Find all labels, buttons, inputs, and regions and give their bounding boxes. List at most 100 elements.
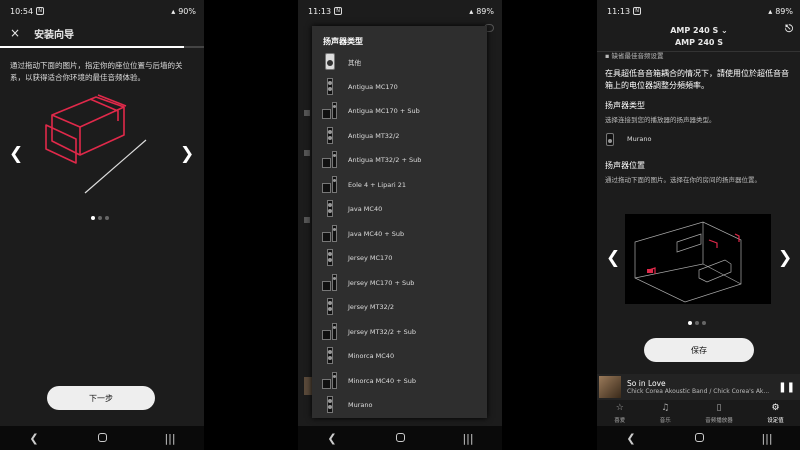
tab-label: 音频播放器 (705, 418, 733, 424)
track-artist: Chick Corea Akoustic Band / Chick Corea'… (627, 388, 770, 395)
speaker-option-label: Minorca MC40 + Sub (348, 376, 417, 385)
speaker-option[interactable]: 其他 (312, 50, 487, 75)
android-nav-bar: ❮ ||| (0, 426, 204, 450)
tower-sub-speaker-icon (322, 102, 338, 120)
speaker-option[interactable]: Antigua MC170 + Sub (312, 99, 487, 124)
back-nav-icon[interactable]: ❮ (317, 432, 347, 445)
tab-label: 设定值 (767, 418, 784, 424)
other-speaker-icon (322, 53, 338, 71)
page-dot (702, 321, 706, 325)
speaker-option-label: Jersey MC170 (348, 254, 393, 263)
home-nav-icon[interactable] (87, 432, 117, 445)
pause-icon[interactable]: ❚❚ (772, 382, 800, 393)
recents-nav-icon[interactable]: ||| (453, 432, 483, 445)
device-selector[interactable]: AMP 240 S ⌄ (670, 26, 728, 35)
next-arrow-icon[interactable]: ❯ (778, 248, 792, 268)
room-position-illustration[interactable] (625, 214, 771, 304)
bookshelf-speaker-icon (322, 347, 338, 365)
speaker-option-label: Java MC40 (348, 205, 383, 214)
speaker-option[interactable]: Murano (312, 393, 487, 418)
murano-speaker-icon (322, 396, 338, 414)
speaker-option-label: Antigua MC170 + Sub (348, 107, 420, 116)
back-nav-icon[interactable]: ❮ (616, 432, 646, 445)
bookshelf-sub-speaker-icon (322, 371, 338, 390)
speaker-option-label: Antigua MT32/2 + Sub (348, 156, 422, 165)
murano-speaker-icon (605, 132, 615, 146)
speaker-option[interactable]: Jersey MT32/2 (312, 295, 487, 320)
page-dot (105, 216, 109, 220)
speaker-option-label: 其他 (348, 59, 361, 68)
save-button[interactable]: 保存 (644, 338, 754, 362)
track-title: So in Love (627, 379, 666, 388)
logout-icon[interactable]: ⎋ (785, 24, 793, 35)
device-header: AMP 240 S ⌄ ⎋ (597, 22, 800, 38)
signal-icon: ▴ (171, 6, 176, 16)
status-bar: 11:13 N ▴ 89% (597, 0, 800, 22)
speaker-option[interactable]: Minorca MC40 (312, 344, 487, 369)
speaker-type-screen: 11:13 N ▴ 89% 扬声器类型 其他 Antigua MC170 Antig… (298, 0, 502, 450)
tab-item[interactable]: ⚙ 设定值 (767, 400, 784, 426)
speaker-position-title: 扬声器位置 (605, 161, 645, 170)
mini-player[interactable]: So in Love Chick Corea Akoustic Band / C… (597, 374, 800, 400)
speaker-option[interactable]: Minorca MC40 + Sub (312, 369, 487, 394)
speaker-option[interactable]: Eole 4 + Lipari 21 (312, 173, 487, 198)
close-icon[interactable]: × (10, 26, 20, 40)
speaker-type-dialog: 扬声器类型 其他 Antigua MC170 Antigua MC170 + Sub… (312, 26, 487, 418)
tower-speaker-icon (322, 77, 338, 96)
speaker-option[interactable]: Antigua MT32/2 + Sub (312, 148, 487, 173)
music-icon: ♫ (661, 403, 670, 413)
previous-arrow-icon[interactable]: ❮ (606, 248, 620, 268)
wizard-instructions: 通过拖动下面的图片，指定你的座位位置与后墙的关系，以获得适合你环境的最佳音频体验… (10, 61, 183, 82)
status-bar: 10:54 N ▴ 90% (0, 0, 204, 22)
page-dot (91, 216, 95, 220)
tab-label: 音乐 (659, 418, 671, 424)
speaker-option[interactable]: Java MC40 + Sub (312, 222, 487, 247)
seating-position-illustration[interactable] (0, 85, 204, 205)
notification-icon: N (36, 7, 45, 15)
selected-speaker-label: Murano (627, 135, 652, 143)
speaker-option[interactable]: Jersey MC170 + Sub (312, 271, 487, 296)
battery-percent: 90% (178, 6, 196, 16)
notification-icon: N (633, 7, 642, 15)
signal-icon: ▴ (469, 6, 474, 16)
setup-wizard-screen: 10:54 N ▴ 90% × 安装向导 通过拖动下面的图片，指定你的座位位置与… (0, 0, 204, 450)
speaker-option[interactable]: Antigua MC170 (312, 75, 487, 100)
next-arrow-icon[interactable]: ❯ (180, 144, 194, 164)
speaker-option[interactable]: Jersey MT32/2 + Sub (312, 320, 487, 345)
track-info: So in Love Chick Corea Akoustic Band / C… (627, 379, 772, 395)
tab-item[interactable]: ▯ 音频播放器 (705, 400, 733, 426)
page-dot (695, 321, 699, 325)
speaker-option-label: Eole 4 + Lipari 21 (348, 180, 407, 189)
audio-player-icon: ▯ (716, 403, 722, 413)
speaker-option[interactable]: Java MC40 (312, 197, 487, 222)
android-nav-bar: ❮ ||| (298, 426, 502, 450)
back-nav-icon[interactable]: ❮ (19, 432, 49, 445)
speaker-option-label: Antigua MC170 (348, 82, 398, 91)
tower-speaker-icon (322, 126, 338, 145)
next-step-button[interactable]: 下一步 (47, 386, 155, 410)
settings-icon: ⚙ (771, 403, 780, 413)
speaker-list: 其他 Antigua MC170 Antigua MC170 + Sub Antigu… (312, 50, 487, 418)
amp-settings-screen: 11:13 N ▴ 89% AMP 240 S ⌄ ⎋ AMP 240 S ▪ … (597, 0, 800, 450)
speaker-option-label: Antigua MT32/2 (348, 131, 400, 140)
recents-nav-icon[interactable]: ||| (752, 432, 782, 445)
speaker-option[interactable]: Antigua MT32/2 (312, 124, 487, 149)
status-time: 11:13 (607, 6, 631, 16)
page-indicator (91, 216, 109, 220)
previous-arrow-icon[interactable]: ❮ (9, 144, 23, 164)
speaker-type-desc: 选择连接到您的播放器的扬声器类型。 (605, 116, 716, 124)
home-nav-icon[interactable] (684, 432, 714, 445)
battery-percent: 89% (476, 6, 494, 16)
tower-sub-speaker-icon (322, 322, 338, 341)
tower-speaker-icon (322, 200, 338, 218)
selected-speaker-row[interactable]: Murano (605, 132, 793, 146)
speaker-type-title: 扬声器类型 (605, 101, 645, 110)
tab-item[interactable]: ☆ 喜爱 (614, 400, 625, 426)
page-dot (98, 216, 102, 220)
recents-nav-icon[interactable]: ||| (155, 432, 185, 445)
speaker-option[interactable]: Jersey MC170 (312, 246, 487, 271)
home-nav-icon[interactable] (385, 432, 415, 445)
page-indicator (688, 321, 706, 325)
tab-item[interactable]: ♫ 音乐 (660, 400, 671, 426)
speaker-option-label: Jersey MC170 + Sub (348, 278, 415, 287)
